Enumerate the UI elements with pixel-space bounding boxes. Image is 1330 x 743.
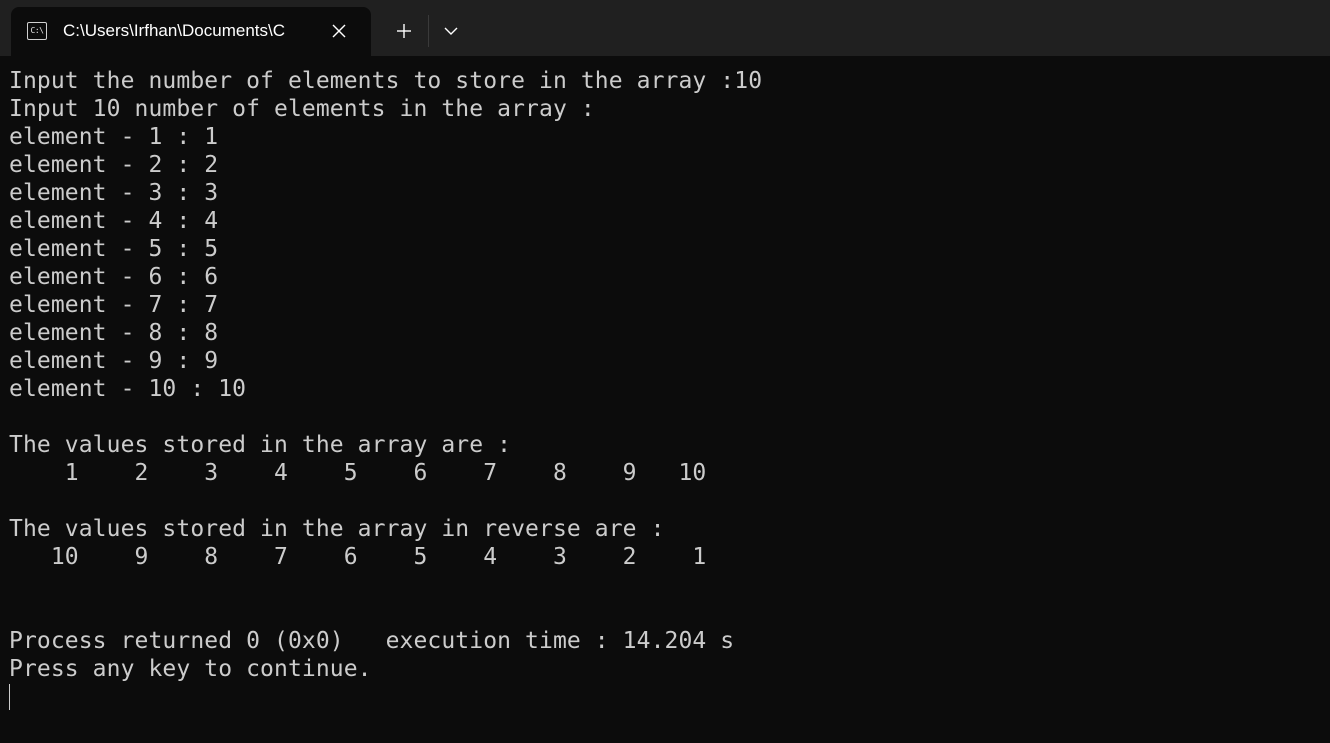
tab-console[interactable]: C:\ C:\Users\Irfhan\Documents\C [11, 7, 371, 56]
close-icon[interactable] [329, 21, 349, 41]
title-bar: C:\ C:\Users\Irfhan\Documents\C [0, 0, 1330, 56]
console-line: 10 9 8 7 6 5 4 3 2 1 [9, 544, 707, 570]
console-line: element - 7 : 7 [9, 292, 219, 318]
new-tab-button[interactable] [390, 17, 418, 45]
dropdown-button[interactable] [438, 18, 464, 44]
console-line: The values stored in the array are : [9, 432, 512, 458]
console-line: Input 10 number of elements in the array… [9, 96, 595, 122]
chevron-down-icon [444, 27, 458, 35]
console-line: element - 8 : 8 [9, 320, 219, 346]
terminal-window: C:\ C:\Users\Irfhan\Documents\C Input th… [0, 0, 1330, 743]
console-line: element - 2 : 2 [9, 152, 219, 178]
tab-separator [428, 15, 429, 47]
console-line: element - 5 : 5 [9, 236, 219, 262]
console-line: Input the number of elements to store in… [9, 68, 763, 94]
console-line: element - 1 : 1 [9, 124, 219, 150]
console-line: element - 4 : 4 [9, 208, 219, 234]
console-line: The values stored in the array in revers… [9, 516, 665, 542]
plus-icon [397, 24, 411, 38]
console-line: 1 2 3 4 5 6 7 8 9 10 [9, 460, 707, 486]
console-line: Press any key to continue. [9, 656, 372, 682]
console-line: element - 3 : 3 [9, 180, 219, 206]
console-line: element - 6 : 6 [9, 264, 219, 290]
console-line: element - 9 : 9 [9, 348, 219, 374]
console-icon: C:\ [27, 22, 47, 40]
tab-title: C:\Users\Irfhan\Documents\C [63, 21, 286, 40]
text-cursor [9, 684, 10, 710]
console-output[interactable]: Input the number of elements to store in… [9, 67, 762, 683]
console-line: Process returned 0 (0x0) execution time … [9, 628, 735, 654]
console-line: element - 10 : 10 [9, 376, 247, 402]
